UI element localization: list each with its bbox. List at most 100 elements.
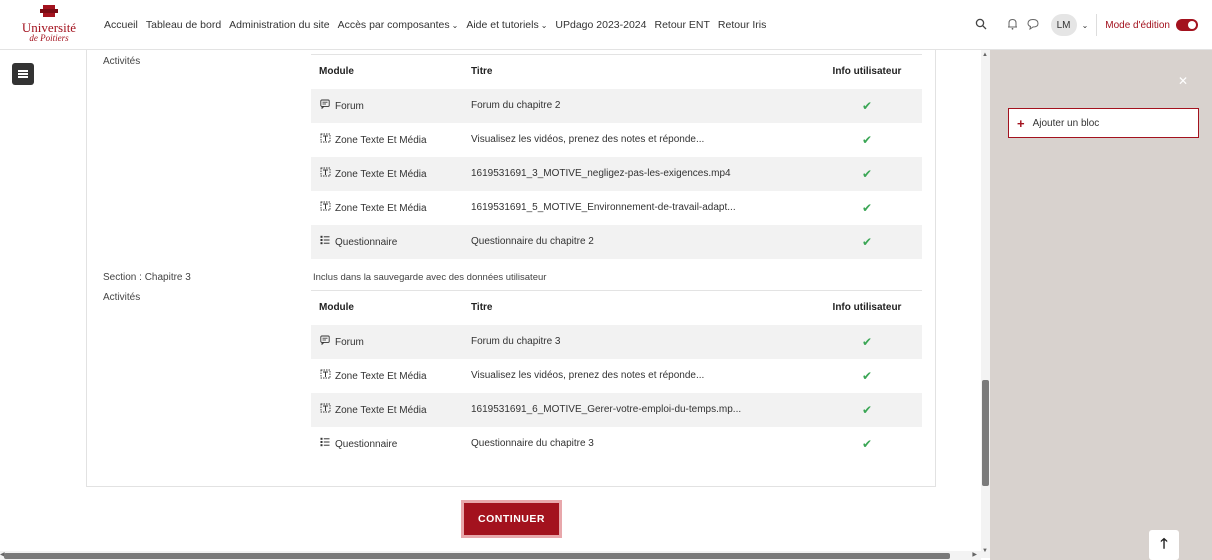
edit-mode-toggle[interactable]: [1176, 19, 1198, 31]
user-info-cell: ✔: [812, 88, 922, 123]
module-name: Zone Texte Et Média: [335, 371, 427, 382]
vertical-scrollbar[interactable]: ▲ ▼: [981, 50, 990, 558]
nav-link[interactable]: Administration du site: [229, 19, 329, 31]
section-note: Inclus dans la sauvegarde avec des donné…: [313, 272, 547, 283]
activities-table: Module Titre Info utilisateur Forum Forum du…: [311, 290, 922, 461]
primary-navigation: Accueil Tableau de bord Administration du …: [104, 0, 774, 50]
bell-icon[interactable]: [1003, 18, 1023, 33]
table-row: Zone Texte Et Média Visualisez les vidéos…: [311, 123, 922, 157]
table-row: Questionnaire Questionnaire du chapitre 2…: [311, 224, 922, 259]
table-header-row: Module Titre Info utilisateur: [311, 54, 922, 89]
check-icon: ✔: [861, 334, 873, 349]
module-cell: Zone Texte Et Média: [311, 123, 463, 157]
module-cell: Zone Texte Et Média: [311, 359, 463, 393]
back-to-top-button[interactable]: 🡑: [1149, 530, 1179, 560]
module-cell: Questionnaire: [311, 224, 463, 259]
check-icon: ✔: [861, 368, 873, 383]
user-info-cell: ✔: [812, 224, 922, 259]
user-info-cell: ✔: [812, 324, 922, 359]
nav-link-label: Aide et tutoriels: [466, 19, 539, 31]
title-column-header: Titre: [463, 290, 812, 325]
crest-icon: [40, 4, 58, 20]
module-cell: Zone Texte Et Média: [311, 156, 463, 191]
module-cell: Zone Texte Et Média: [311, 191, 463, 225]
activity-title: Forum du chapitre 3: [463, 324, 812, 359]
module-name: Zone Texte Et Média: [335, 135, 427, 146]
top-navbar: Université de Poitiers Accueil Tableau de…: [0, 0, 1212, 50]
nav-link[interactable]: Accueil: [104, 19, 138, 31]
forum-icon: [319, 335, 331, 348]
activities-label: Activités: [103, 56, 141, 67]
module-name: Questionnaire: [335, 439, 398, 450]
module-column-header: Module: [311, 54, 463, 89]
module-cell: Zone Texte Et Média: [311, 392, 463, 427]
scroll-up-icon[interactable]: ▲: [982, 52, 988, 58]
table-row: Zone Texte Et Média 1619531691_5_MOTIVE_E…: [311, 191, 922, 225]
module-column-header: Module: [311, 290, 463, 325]
questionnaire-icon: [319, 437, 331, 450]
module-name: Forum: [335, 337, 364, 348]
media-zone-icon: [319, 201, 331, 214]
module-cell: Forum: [311, 324, 463, 359]
plus-icon: +: [1017, 115, 1025, 131]
divider: [1096, 14, 1098, 36]
section-label: Section : Chapitre 3: [103, 272, 191, 283]
scrollbar-thumb[interactable]: [982, 380, 989, 486]
user-info-cell: ✔: [812, 191, 922, 225]
media-zone-icon: [319, 167, 331, 180]
nav-link-label: Accueil: [104, 19, 138, 31]
nav-link-label: Accès par composantes: [337, 19, 450, 31]
scroll-down-icon[interactable]: ▼: [982, 548, 988, 554]
nav-link-label: Retour Iris: [717, 19, 767, 31]
user-info-column-header: Info utilisateur: [812, 54, 922, 89]
media-zone-icon: [319, 369, 331, 382]
chat-bubble-icon[interactable]: [1023, 18, 1043, 33]
user-info-cell: ✔: [812, 359, 922, 393]
table-row: Forum Forum du chapitre 3 ✔: [311, 324, 922, 359]
user-avatar[interactable]: LM: [1050, 14, 1077, 36]
nav-link-label: UPdago 2023-2024: [555, 19, 647, 31]
check-icon: ✔: [861, 436, 873, 451]
module-name: Forum: [335, 101, 364, 112]
check-icon: ✔: [861, 166, 873, 181]
user-info-cell: ✔: [812, 427, 922, 461]
table-row: Forum Forum du chapitre 2 ✔: [311, 88, 922, 123]
activity-title: Visualisez les vidéos, prenez des notes …: [471, 134, 705, 145]
questionnaire-icon: [319, 235, 331, 248]
title-column-header: Titre: [463, 54, 812, 89]
nav-link-label: Administration du site: [229, 19, 330, 31]
nav-link[interactable]: Accès par composantes ⌄: [338, 19, 459, 31]
chevron-down-icon[interactable]: ⌄: [1082, 21, 1089, 30]
university-logo[interactable]: Université de Poitiers: [14, 4, 84, 46]
activity-title: 1619531691_6_MOTIVE_Gerer-votre-emploi-d…: [463, 392, 812, 427]
course-index-toggle[interactable]: [12, 63, 34, 85]
nav-link[interactable]: Retour ENT: [654, 19, 709, 31]
edit-mode-label: Mode d'édition: [1105, 19, 1170, 31]
search-icon[interactable]: [971, 18, 991, 33]
horizontal-scrollbar[interactable]: ◀ ▶: [0, 551, 981, 560]
continue-button[interactable]: CONTINUER: [461, 500, 562, 538]
list-icon: [18, 70, 28, 78]
nav-link[interactable]: Aide et tutoriels ⌄: [466, 19, 547, 31]
nav-link[interactable]: Tableau de bord: [146, 19, 221, 31]
close-icon[interactable]: ✕: [1178, 74, 1188, 88]
nav-link-label: Retour ENT: [654, 19, 710, 31]
check-icon: ✔: [861, 402, 873, 417]
module-name: Zone Texte Et Média: [335, 203, 427, 214]
scrollbar-thumb[interactable]: [4, 553, 950, 559]
table-row: Questionnaire Questionnaire du chapitre 3…: [311, 427, 922, 461]
check-icon: ✔: [861, 132, 873, 147]
media-zone-icon: [319, 403, 331, 416]
scroll-right-icon[interactable]: ▶: [972, 551, 977, 558]
nav-link-label: Tableau de bord: [145, 19, 222, 31]
user-info-cell: ✔: [812, 123, 922, 157]
module-name: Zone Texte Et Média: [335, 169, 427, 180]
table-row: Zone Texte Et Média Visualisez les vidéos…: [311, 359, 922, 393]
user-info-cell: ✔: [812, 156, 922, 191]
add-block-button[interactable]: + Ajouter un bloc: [1008, 108, 1199, 138]
module-name: Zone Texte Et Média: [335, 405, 427, 416]
nav-link[interactable]: Retour Iris: [718, 19, 766, 31]
arrow-up-icon: 🡑: [1160, 535, 1168, 551]
table-row: Zone Texte Et Média 1619531691_6_MOTIVE_G…: [311, 392, 922, 427]
nav-link[interactable]: UPdago 2023-2024: [555, 19, 646, 31]
